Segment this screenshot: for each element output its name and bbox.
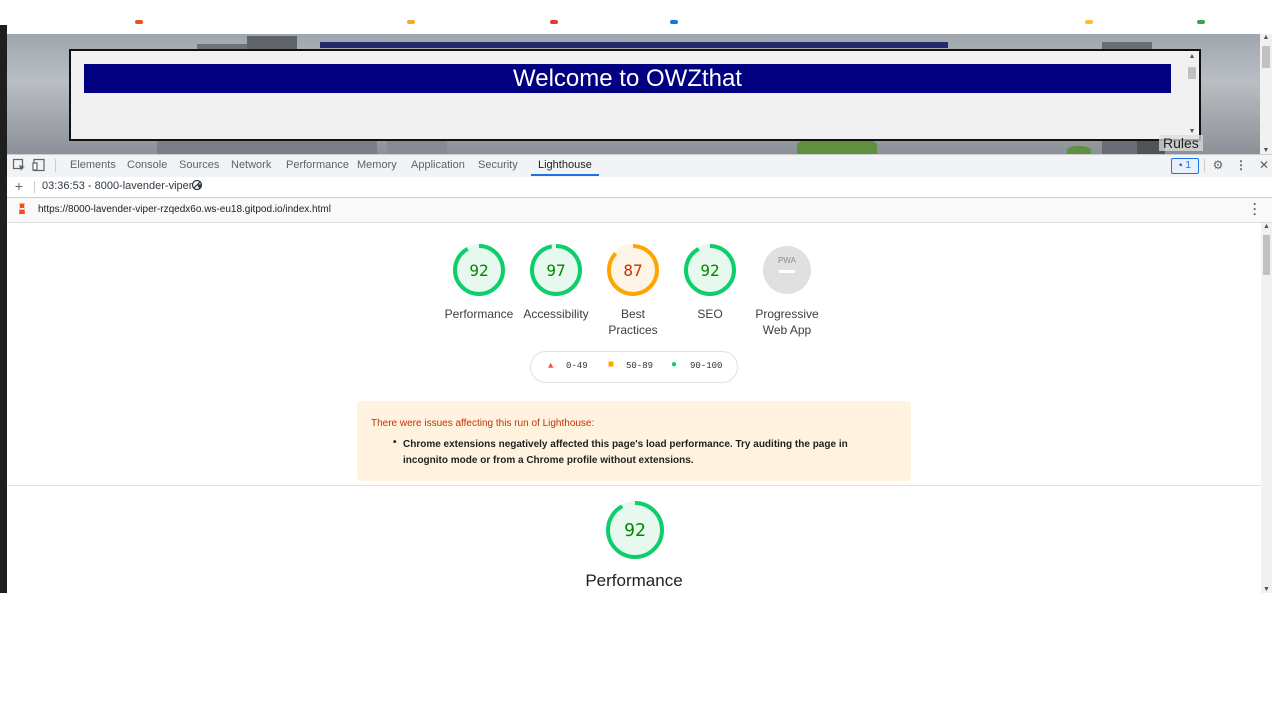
modal-title: Welcome to OWZthat bbox=[84, 64, 1171, 93]
gauge-score: 92 bbox=[700, 261, 719, 280]
gauge-seo[interactable]: 92 SEO bbox=[672, 243, 748, 322]
gauge-ring: PWA bbox=[763, 246, 811, 294]
legend-average-range: 50-89 bbox=[626, 361, 654, 371]
average-square-icon: ■ bbox=[608, 360, 615, 371]
gauge-score: 87 bbox=[623, 261, 642, 280]
tab-network[interactable]: Network bbox=[231, 155, 271, 176]
fail-triangle-icon: ▲ bbox=[548, 361, 554, 371]
gauge-score: 97 bbox=[546, 261, 565, 280]
tab-elements[interactable]: Elements bbox=[70, 155, 116, 176]
new-report-plus-icon[interactable]: + bbox=[12, 179, 26, 193]
tab-sources[interactable]: Sources bbox=[179, 155, 219, 176]
screenshot-area: Welcome to OWZthat ▲ ▼ Rules ▲ ▼ Element… bbox=[0, 0, 1272, 593]
device-toolbar-icon[interactable] bbox=[32, 158, 46, 172]
issues-badge[interactable]: ▪ 1 bbox=[1171, 158, 1199, 174]
report-scroll-thumb[interactable] bbox=[1263, 235, 1270, 275]
gauge-accessibility[interactable]: 97 Accessibility bbox=[518, 243, 594, 322]
section-divider bbox=[7, 485, 1261, 486]
scroll-up-icon[interactable]: ▲ bbox=[1187, 53, 1197, 60]
clear-reports-icon[interactable] bbox=[190, 179, 204, 193]
tab-console[interactable]: Console bbox=[127, 155, 167, 176]
rules-link[interactable]: Rules bbox=[1159, 135, 1203, 151]
scroll-down-icon[interactable]: ▼ bbox=[1187, 128, 1197, 135]
tab-performance[interactable]: Performance bbox=[286, 155, 349, 176]
report-url-bar: https://8000-lavender-viper-rzqedx6o.ws-… bbox=[7, 198, 1272, 223]
left-window-edge bbox=[0, 25, 7, 593]
page-viewport: Welcome to OWZthat ▲ ▼ Rules bbox=[7, 34, 1260, 154]
score-legend: ▲ 0-49 ■ 50-89 ● 90-100 bbox=[530, 351, 738, 383]
more-options-icon[interactable]: ⋮ bbox=[1234, 158, 1248, 172]
message-icon: ▪ bbox=[1179, 160, 1183, 171]
performance-section-gauge[interactable]: 92 bbox=[605, 500, 665, 565]
tab-security[interactable]: Security bbox=[478, 155, 518, 176]
lighthouse-logo-icon bbox=[19, 203, 25, 214]
gauge-label: Accessibility bbox=[523, 307, 589, 321]
modal-scrollbar[interactable]: ▲ ▼ bbox=[1187, 53, 1197, 135]
settings-gear-icon[interactable]: ⚙ bbox=[1211, 158, 1225, 172]
tab-lighthouse[interactable]: Lighthouse bbox=[531, 155, 599, 176]
tab-application[interactable]: Application bbox=[411, 155, 465, 176]
pass-circle-icon: ● bbox=[671, 360, 678, 371]
legend-pass-range: 90-100 bbox=[690, 361, 723, 371]
gauge-label: Progressive Web App bbox=[755, 307, 819, 337]
welcome-modal: Welcome to OWZthat ▲ ▼ bbox=[69, 49, 1201, 141]
scroll-up-icon[interactable]: ▲ bbox=[1260, 34, 1272, 41]
report-url[interactable]: https://8000-lavender-viper-rzqedx6o.ws-… bbox=[38, 204, 331, 215]
scroll-down-icon[interactable]: ▼ bbox=[1260, 147, 1272, 154]
pwa-badge-text: PWA bbox=[778, 256, 797, 265]
lighthouse-report: 92 Performance 97 Accessibility 87 Best Pract… bbox=[7, 223, 1261, 593]
legend-fail-range: 0-49 bbox=[566, 361, 588, 371]
gauge-ring: 97 bbox=[530, 244, 582, 296]
report-scrollbar[interactable]: ▲ ▼ bbox=[1261, 223, 1272, 593]
gauge-label: SEO bbox=[697, 307, 723, 321]
gauge-ring: 87 bbox=[607, 244, 659, 296]
gauge-score: 92 bbox=[469, 261, 488, 280]
bookmarks-strip bbox=[7, 0, 1267, 34]
gauge-ring: 92 bbox=[453, 244, 505, 296]
pwa-dash-icon bbox=[779, 270, 795, 273]
report-run-label: 03:36:53 - 8000-lavender-viper bbox=[42, 180, 193, 192]
gauge-best-practices[interactable]: 87 Best Practices bbox=[595, 243, 671, 338]
gauge-ring: 92 bbox=[684, 244, 736, 296]
performance-section-title: Performance bbox=[585, 571, 683, 590]
close-devtools-icon[interactable]: ✕ bbox=[1257, 158, 1271, 172]
inspect-element-icon[interactable] bbox=[12, 158, 26, 172]
warning-title: There were issues affecting this run of … bbox=[371, 418, 595, 429]
page-scroll-thumb[interactable] bbox=[1262, 46, 1270, 68]
gauge-progressive-web-app[interactable]: PWA Progressive Web App bbox=[749, 243, 825, 338]
warning-item: Chrome extensions negatively affected th… bbox=[403, 439, 848, 466]
devtools-tab-bar: Elements Console Sources Network Perform… bbox=[7, 154, 1272, 178]
scroll-up-icon[interactable]: ▲ bbox=[1261, 223, 1272, 230]
page-scrollbar[interactable]: ▲ ▼ bbox=[1260, 34, 1272, 154]
tab-memory[interactable]: Memory bbox=[357, 155, 397, 176]
report-menu-icon[interactable]: · · · bbox=[1250, 198, 1260, 220]
lighthouse-toolbar: + 03:36:53 - 8000-lavender-viper ▼ bbox=[7, 177, 1272, 198]
section-score: 92 bbox=[624, 520, 646, 541]
gauge-label: Performance bbox=[444, 307, 514, 321]
report-run-select[interactable]: 03:36:53 - 8000-lavender-viper ▼ bbox=[42, 180, 203, 192]
bullet-icon: • bbox=[393, 437, 397, 448]
scroll-down-icon[interactable]: ▼ bbox=[1261, 586, 1272, 593]
warning-box: There were issues affecting this run of … bbox=[357, 401, 911, 481]
site-nav-strip bbox=[320, 42, 948, 48]
gauge-label: Best Practices bbox=[608, 307, 658, 337]
issues-count: 1 bbox=[1185, 160, 1191, 171]
gauge-performance[interactable]: 92 Performance bbox=[441, 243, 517, 322]
modal-scroll-thumb[interactable] bbox=[1188, 67, 1196, 79]
